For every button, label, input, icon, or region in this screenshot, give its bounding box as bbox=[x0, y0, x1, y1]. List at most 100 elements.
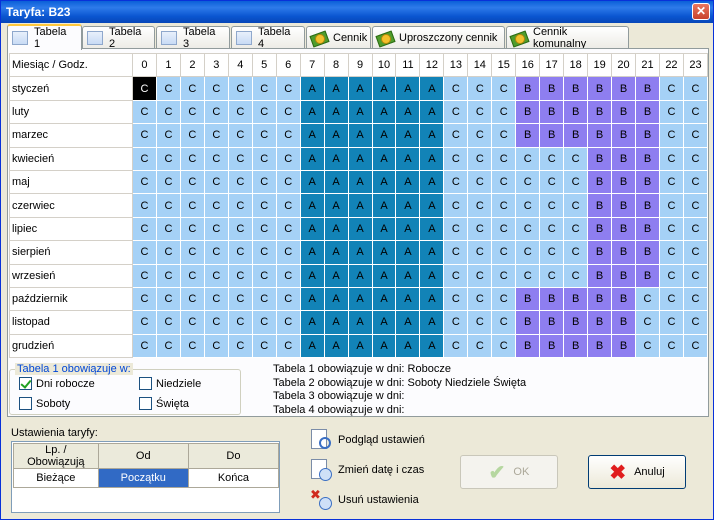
tariff-cell[interactable]: A bbox=[347, 286, 373, 312]
tariff-cell[interactable]: B bbox=[587, 240, 613, 265]
tariff-cell[interactable]: A bbox=[395, 286, 421, 312]
tariff-cell[interactable]: C bbox=[275, 240, 301, 265]
tariff-cell[interactable]: C bbox=[467, 193, 493, 218]
tariff-cell[interactable]: C bbox=[443, 146, 469, 171]
tariff-cell[interactable]: C bbox=[155, 146, 181, 171]
tab-tabela-2[interactable]: Tabela 2 bbox=[82, 26, 155, 50]
tariff-cell[interactable]: C bbox=[132, 193, 157, 218]
tariff-cell[interactable]: C bbox=[132, 76, 157, 101]
tariff-cell[interactable]: C bbox=[658, 310, 684, 335]
tariff-cell[interactable]: A bbox=[371, 169, 397, 195]
tariff-cell[interactable]: A bbox=[323, 240, 349, 265]
tariff-cell[interactable]: A bbox=[395, 216, 421, 242]
tariff-cell[interactable]: A bbox=[323, 286, 349, 312]
tab-tabela-3[interactable]: Tabela 3 bbox=[156, 26, 230, 50]
tariff-cell[interactable]: A bbox=[347, 169, 373, 195]
tariff-cell[interactable]: A bbox=[395, 123, 421, 148]
tariff-cell[interactable]: C bbox=[682, 76, 709, 101]
settings-row[interactable]: Bieżące Początku Końca bbox=[13, 468, 280, 488]
tariff-cell[interactable]: C bbox=[563, 240, 589, 265]
tariff-cell[interactable]: C bbox=[443, 310, 469, 335]
tariff-cell[interactable]: C bbox=[179, 146, 205, 171]
tariff-cell[interactable]: C bbox=[251, 99, 277, 125]
tariff-cell[interactable]: C bbox=[155, 123, 181, 148]
tariff-cell[interactable]: C bbox=[682, 193, 709, 218]
tariff-cell[interactable]: C bbox=[658, 216, 684, 242]
change-date-link[interactable]: Zmień datę i czas bbox=[310, 459, 424, 481]
hour-header[interactable]: 6 bbox=[275, 52, 301, 78]
tariff-cell[interactable]: C bbox=[443, 76, 469, 101]
tab-tabela-1[interactable]: Tabela 1 bbox=[7, 24, 82, 50]
tariff-cell[interactable]: C bbox=[443, 263, 469, 288]
tariff-cell[interactable]: C bbox=[515, 193, 541, 218]
tariff-cell[interactable]: B bbox=[515, 99, 541, 125]
tariff-cell[interactable]: A bbox=[323, 216, 349, 242]
checkbox-soboty[interactable]: Soboty bbox=[19, 397, 70, 410]
tariff-cell[interactable]: A bbox=[299, 76, 325, 101]
tariff-cell[interactable]: A bbox=[419, 216, 445, 242]
tab-tabela-4[interactable]: Tabela 4 bbox=[231, 26, 305, 50]
tariff-cell[interactable]: B bbox=[611, 216, 637, 242]
tariff-cell[interactable]: B bbox=[563, 286, 589, 312]
tariff-cell[interactable]: C bbox=[275, 169, 301, 195]
tariff-cell[interactable]: A bbox=[419, 146, 445, 171]
tariff-cell[interactable]: C bbox=[203, 286, 229, 312]
tab-cennik[interactable]: Cennik bbox=[306, 26, 371, 49]
tariff-cell[interactable]: C bbox=[491, 99, 517, 125]
tariff-cell[interactable]: C bbox=[443, 333, 469, 359]
tariff-cell[interactable]: B bbox=[539, 99, 565, 125]
tariff-cell[interactable]: A bbox=[299, 123, 325, 148]
tariff-cell[interactable]: C bbox=[203, 123, 229, 148]
tariff-cell[interactable]: B bbox=[611, 263, 637, 288]
tariff-cell[interactable]: C bbox=[179, 263, 205, 288]
hour-header[interactable]: 19 bbox=[587, 52, 613, 78]
tariff-cell[interactable]: C bbox=[132, 286, 157, 312]
tariff-cell[interactable]: A bbox=[347, 333, 373, 359]
tariff-cell[interactable]: A bbox=[371, 216, 397, 242]
tariff-cell[interactable]: C bbox=[179, 286, 205, 312]
column-header-do[interactable]: Do bbox=[187, 443, 280, 469]
tariff-cell[interactable]: A bbox=[347, 193, 373, 218]
tariff-cell[interactable]: C bbox=[658, 333, 684, 359]
tariff-cell[interactable]: A bbox=[419, 333, 445, 359]
tariff-cell[interactable]: B bbox=[635, 240, 660, 265]
month-label[interactable]: czerwiec bbox=[9, 193, 133, 218]
tariff-cell[interactable]: C bbox=[467, 310, 493, 335]
tariff-cell[interactable]: C bbox=[491, 286, 517, 312]
tariff-cell[interactable]: C bbox=[682, 286, 709, 312]
tariff-cell[interactable]: B bbox=[611, 99, 637, 125]
tariff-cell[interactable]: C bbox=[179, 310, 205, 335]
tariff-cell[interactable]: C bbox=[132, 169, 157, 195]
tariff-cell[interactable]: B bbox=[515, 286, 541, 312]
tariff-cell[interactable]: C bbox=[251, 240, 277, 265]
tariff-cell[interactable]: C bbox=[203, 333, 229, 359]
tariff-cell[interactable]: B bbox=[635, 169, 660, 195]
tariff-cell[interactable]: B bbox=[539, 76, 565, 101]
tariff-cell[interactable]: C bbox=[155, 99, 181, 125]
tariff-cell[interactable]: C bbox=[132, 333, 157, 359]
tariff-cell[interactable]: A bbox=[299, 193, 325, 218]
tariff-cell[interactable]: B bbox=[539, 286, 565, 312]
month-label[interactable]: styczeń bbox=[9, 76, 133, 101]
month-label[interactable]: luty bbox=[9, 99, 133, 125]
hour-header[interactable]: 8 bbox=[323, 52, 349, 78]
hour-header[interactable]: 23 bbox=[682, 52, 709, 78]
tab-cennik-komunalny[interactable]: Cennik komunalny bbox=[506, 26, 629, 50]
tariff-cell[interactable]: C bbox=[275, 146, 301, 171]
tariff-cell[interactable]: B bbox=[563, 76, 589, 101]
tariff-cell[interactable]: C bbox=[251, 146, 277, 171]
hour-header[interactable]: 14 bbox=[467, 52, 493, 78]
tariff-cell[interactable]: A bbox=[299, 240, 325, 265]
tariff-cell[interactable]: B bbox=[539, 333, 565, 359]
hour-header[interactable]: 13 bbox=[443, 52, 469, 78]
tariff-cell[interactable]: C bbox=[539, 146, 565, 171]
tariff-cell[interactable]: C bbox=[467, 169, 493, 195]
tariff-cell[interactable]: A bbox=[299, 310, 325, 335]
tariff-cell[interactable]: C bbox=[658, 286, 684, 312]
tariff-cell[interactable]: C bbox=[443, 169, 469, 195]
tariff-cell[interactable]: B bbox=[587, 310, 613, 335]
tariff-cell[interactable]: B bbox=[539, 123, 565, 148]
tariff-cell[interactable]: B bbox=[563, 123, 589, 148]
tariff-cell[interactable]: A bbox=[299, 216, 325, 242]
month-label[interactable]: maj bbox=[9, 169, 133, 195]
